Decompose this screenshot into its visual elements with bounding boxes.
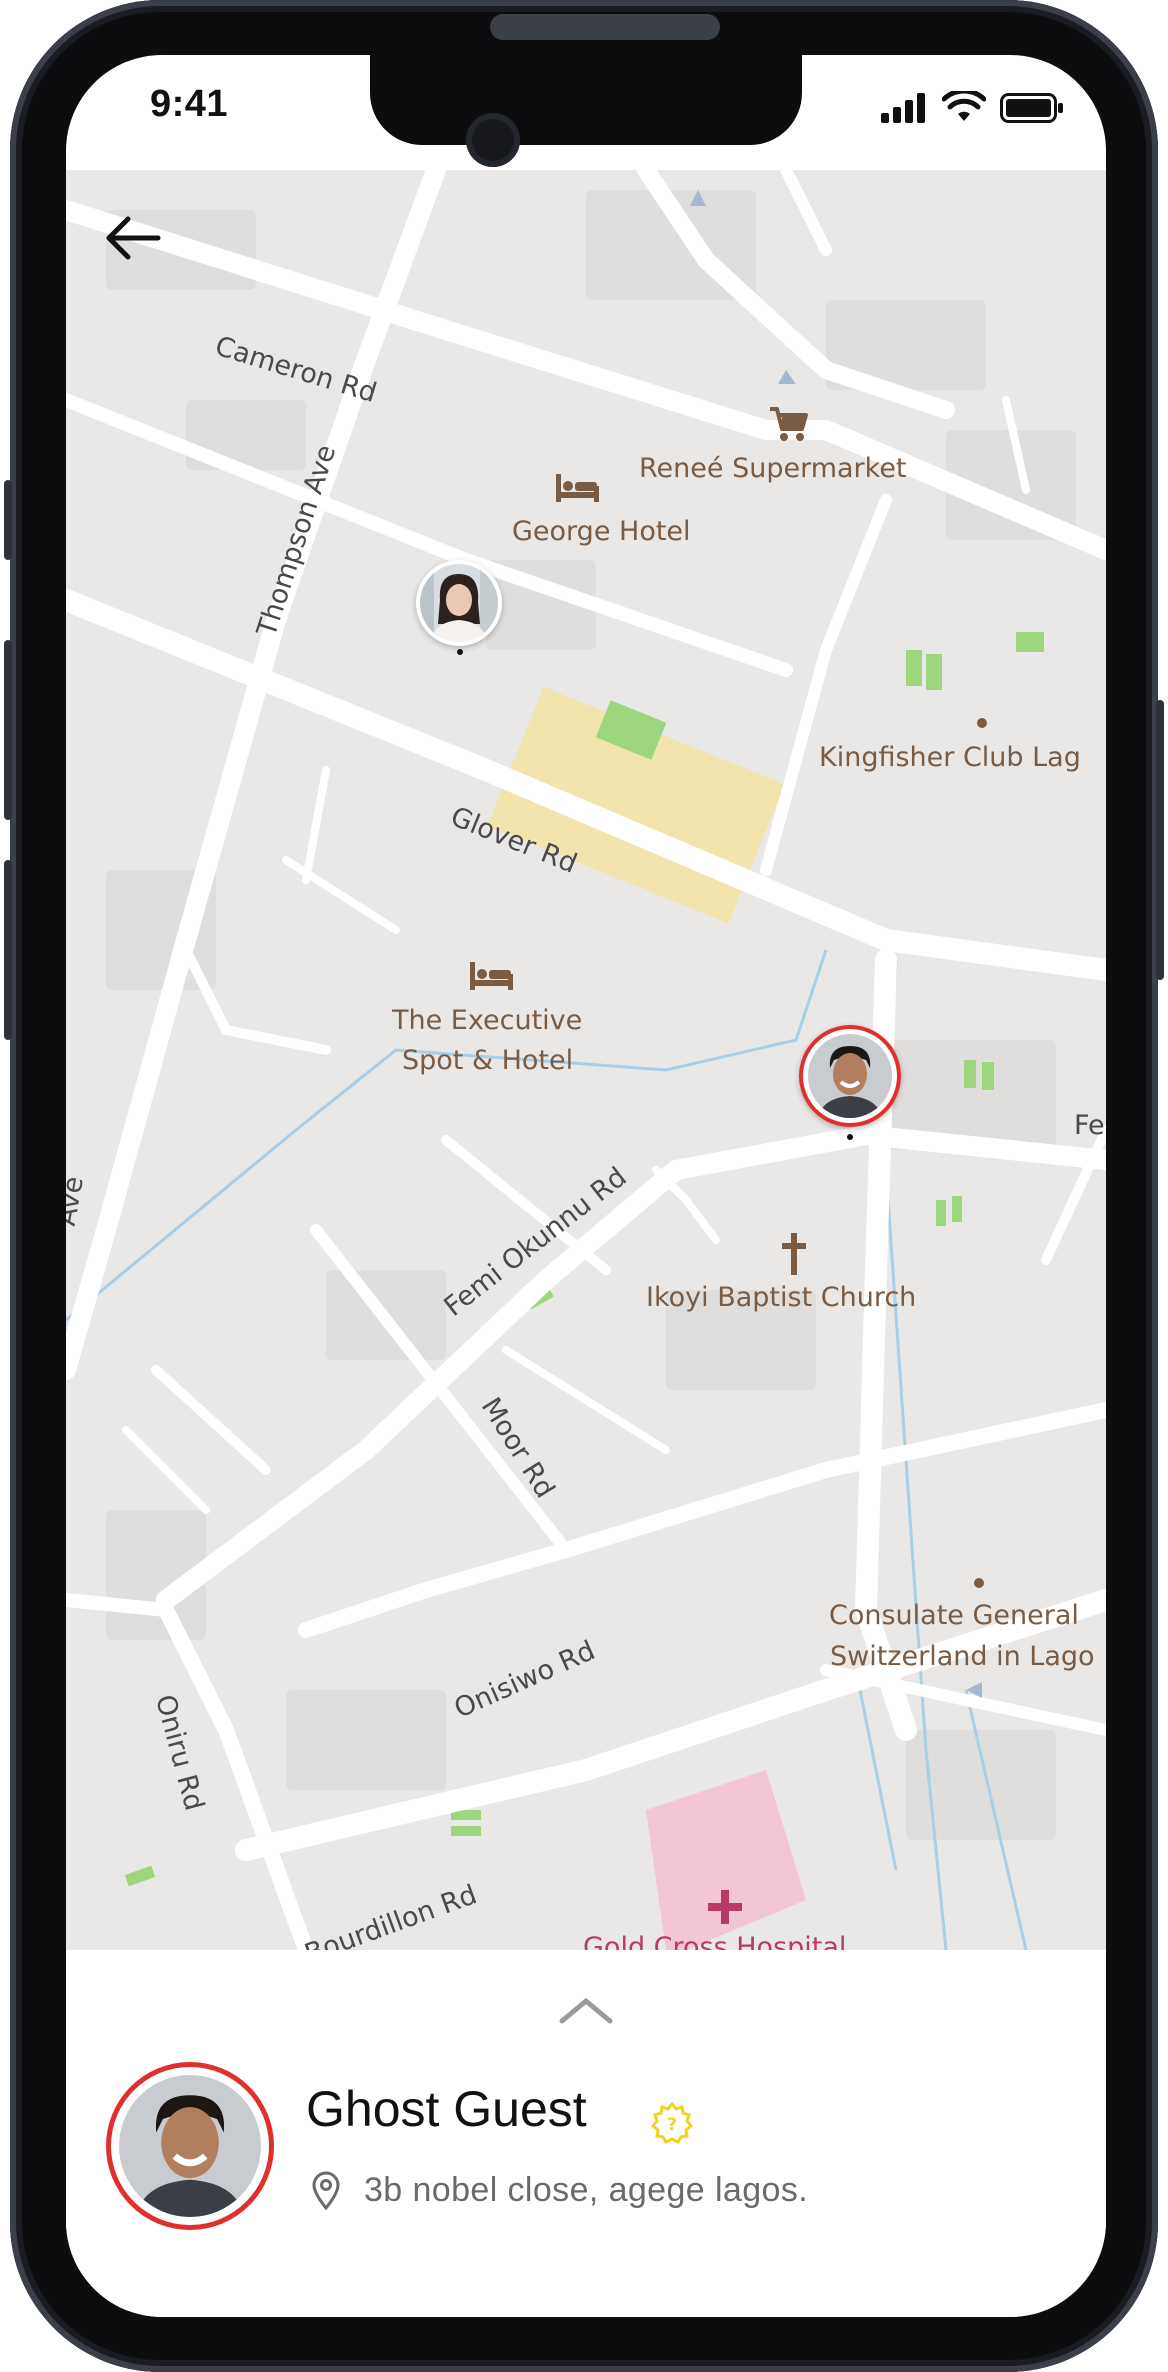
volume-down-button <box>4 860 12 1040</box>
male-avatar-icon <box>808 1034 892 1118</box>
marker-dot <box>847 1134 853 1140</box>
speaker-grille <box>490 14 720 40</box>
guest-avatar[interactable] <box>106 2062 274 2230</box>
poi-consulate-line2[interactable]: Switzerland in Lago <box>830 1641 1095 1672</box>
poi-supermarket[interactable]: Reneé Supermarket <box>639 453 907 484</box>
female-avatar-icon <box>420 564 498 642</box>
poi-church[interactable]: Ikoyi Baptist Church <box>646 1282 916 1313</box>
map-view[interactable]: Cameron Rd Thompson Ave Glover Rd Femi O… <box>66 170 1106 1950</box>
map-streets <box>66 170 1106 1950</box>
notch <box>370 55 802 145</box>
verified-badge-icon: ? <box>651 2102 693 2144</box>
guest-address: 3b nobel close, agege lagos. <box>364 2171 809 2209</box>
cross-icon <box>782 1233 806 1275</box>
status-time: 9:41 <box>150 83 229 125</box>
screen: 9:41 Cameron Rd Thompson Ave Glover Rd F… <box>66 55 1106 2317</box>
bed-icon <box>470 962 513 990</box>
poi-executive-line1[interactable]: The Executive <box>392 1005 582 1036</box>
poi-consulate-line1[interactable]: Consulate General <box>829 1600 1079 1631</box>
user-marker-ghost-guest[interactable] <box>799 1025 901 1127</box>
location-pin-icon <box>312 2171 340 2210</box>
front-camera <box>466 113 520 167</box>
volume-up-button <box>4 640 12 820</box>
power-button <box>1156 700 1164 980</box>
guest-name: Ghost Guest <box>306 2081 587 2137</box>
poi-kingfisher[interactable]: Kingfisher Club Lag <box>819 742 1081 773</box>
bed-icon <box>556 474 599 502</box>
poi-dot-icon <box>977 718 987 728</box>
hospital-icon <box>708 1890 742 1924</box>
battery-icon <box>1000 93 1063 123</box>
back-arrow-icon[interactable] <box>104 215 162 261</box>
marker-dot <box>457 649 463 655</box>
chevron-up-icon[interactable] <box>558 1995 614 2025</box>
signal-icon <box>881 93 925 123</box>
poi-executive-line2[interactable]: Spot & Hotel <box>402 1045 573 1076</box>
mute-switch <box>4 480 12 560</box>
cart-icon <box>770 407 808 441</box>
svg-text:?: ? <box>667 2115 677 2135</box>
poi-dot-icon <box>974 1578 984 1588</box>
user-marker-female[interactable] <box>416 560 502 646</box>
poi-hospital-line1[interactable]: Gold Cross Hospital <box>583 1932 846 1950</box>
male-avatar-icon <box>119 2075 261 2217</box>
guest-bottom-sheet[interactable]: Ghost Guest ? 3b nobel close, agege lago… <box>66 1950 1106 2317</box>
street-label-fe: Fe <box>1074 1110 1105 1141</box>
poi-george-hotel[interactable]: George Hotel <box>512 516 691 547</box>
wifi-icon <box>942 91 986 121</box>
